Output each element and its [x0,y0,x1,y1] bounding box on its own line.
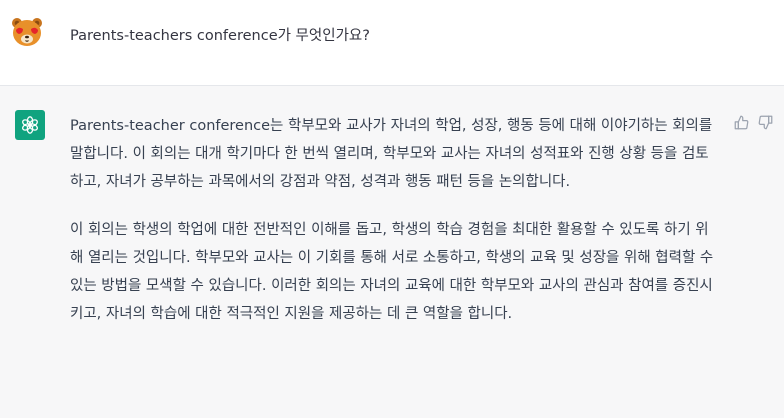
thumbs-up-icon[interactable] [733,114,749,130]
user-message-row: Parents-teachers conference가 무엇인가요? [0,0,784,86]
answer-paragraph-1: Parents-teacher conference는 학부모와 교사가 자녀의… [70,118,713,190]
answer-paragraph-2: 이 회의는 학생의 학업에 대한 전반적인 이해를 돕고, 학생의 학습 경험을… [70,222,714,322]
assistant-message-text: Parents-teacher conference는 학부모와 교사가 자녀의… [70,112,720,348]
thumbs-down-icon[interactable] [757,114,773,130]
bear-mascot-avatar-icon [11,16,43,48]
assistant-logo-icon [15,110,45,140]
feedback-actions [733,114,773,130]
assistant-message-row: Parents-teacher conference는 학부모와 교사가 자녀의… [0,86,784,418]
user-message-text: Parents-teachers conference가 무엇인가요? [70,28,370,44]
